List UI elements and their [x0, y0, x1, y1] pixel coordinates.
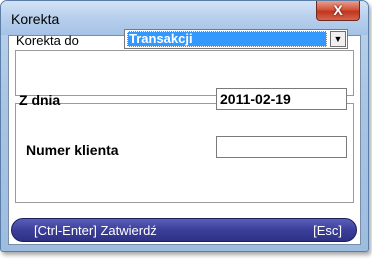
- korekta-label: Korekta do: [16, 33, 79, 48]
- window-title: Korekta: [11, 11, 60, 27]
- client-number-label: Numer klienta: [26, 142, 119, 158]
- client-number-input[interactable]: [216, 136, 347, 158]
- close-button[interactable]: X: [316, 1, 360, 21]
- korekta-selected-value: Transakcji: [127, 31, 327, 47]
- korekta-select[interactable]: Transakcji ▼: [124, 29, 348, 49]
- dropdown-arrow-icon[interactable]: ▼: [330, 31, 346, 47]
- close-icon: X: [333, 2, 343, 18]
- date-label: Z dnia: [19, 92, 61, 108]
- submit-bar[interactable]: [Ctrl-Enter] Zatwierdź [Esc]: [11, 218, 357, 242]
- cancel-button[interactable]: [Esc]: [313, 223, 342, 238]
- date-input[interactable]: 2011-02-19: [216, 88, 347, 110]
- dialog-window: Korekta X [Ctrl-Enter] Zatwierdź [Esc] K…: [0, 0, 369, 252]
- confirm-button[interactable]: [Ctrl-Enter] Zatwierdź: [34, 223, 157, 238]
